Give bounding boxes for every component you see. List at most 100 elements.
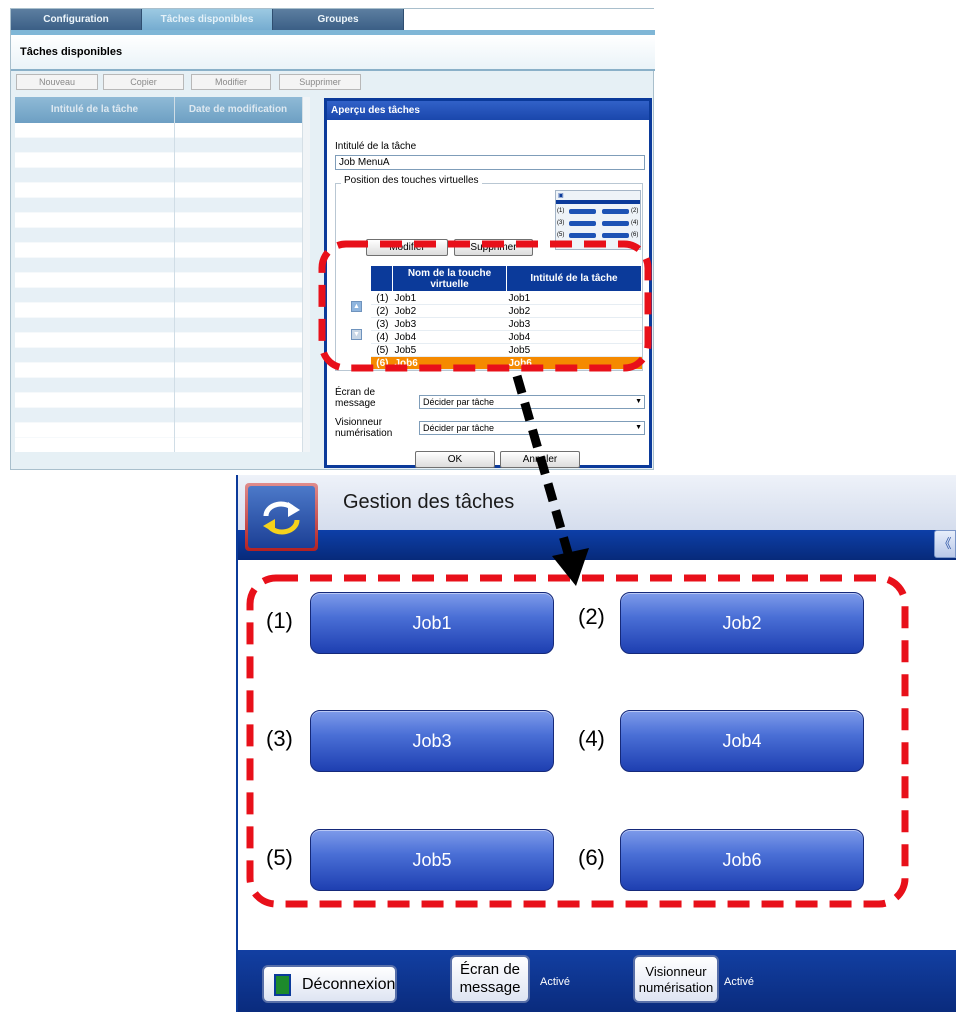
message-screen-label-line2: message — [335, 398, 376, 409]
table-row[interactable] — [15, 333, 302, 348]
thumbnail-label: (2) — [631, 208, 639, 214]
table-row[interactable] — [15, 318, 302, 333]
scan-viewer-label-line2: numérisation — [335, 428, 393, 439]
table-row[interactable] — [15, 168, 302, 183]
job1-button[interactable]: Job1 — [310, 592, 554, 654]
refresh-arrows-icon[interactable] — [245, 483, 318, 551]
table-row[interactable]: (2) Job2 Job2 — [370, 304, 642, 318]
row-key-name: Job3 — [392, 317, 507, 331]
table-row[interactable]: (3) Job3 Job3 — [370, 317, 642, 331]
table-row[interactable] — [15, 183, 302, 198]
copy-button[interactable]: Copier — [103, 74, 184, 90]
job2-button[interactable]: Job2 — [620, 592, 864, 654]
table-row[interactable] — [15, 153, 302, 168]
column-header-task-title[interactable]: Intitulé de la tâche — [15, 97, 174, 123]
row-number: (4) — [370, 330, 393, 344]
down-arrow-icon[interactable]: ▼ — [351, 329, 362, 340]
tab-bar: Configuration Tâches disponibles Groupes — [11, 9, 655, 30]
scan-viewer-button[interactable]: Visionneur numérisation — [633, 955, 719, 1003]
message-screen-value: Décider par tâche — [423, 397, 495, 407]
column-header-num — [370, 265, 393, 292]
table-row[interactable] — [15, 378, 302, 393]
scan-viewer-line2: numérisation — [638, 980, 714, 995]
table-row[interactable] — [15, 138, 302, 153]
delete-button[interactable]: Supprimer — [279, 74, 361, 90]
table-row[interactable] — [15, 198, 302, 213]
job4-button[interactable]: Job4 — [620, 710, 864, 772]
table-row[interactable] — [15, 288, 302, 303]
table-row[interactable] — [15, 348, 302, 363]
virtual-key-area: (1) Job1 (2) Job2 (3) Job3 (4) Job4 (5) … — [238, 560, 956, 950]
row-number: (1) — [370, 291, 393, 305]
touch-header: Gestion des tâches — [238, 475, 956, 530]
thumbnail-header — [556, 200, 640, 204]
table-row[interactable]: (4) Job4 Job4 — [370, 330, 642, 344]
task-title-input[interactable]: Job MenuA — [335, 155, 645, 170]
key-number-label: (3) — [266, 726, 293, 751]
row-key-name: Job6 — [392, 356, 507, 370]
scan-viewer-select[interactable]: Décider par tâche ▼ — [419, 421, 645, 435]
cancel-button[interactable]: Annuler — [500, 451, 580, 468]
row-task-title: Job4 — [506, 330, 642, 344]
column-header-key-name: Nom de la touche virtuelle — [392, 265, 507, 292]
thumbnail-key — [602, 233, 629, 238]
virtual-key-delete-button[interactable]: Supprimer — [454, 239, 533, 256]
thumbnail-key — [602, 221, 629, 226]
new-button[interactable]: Nouveau — [16, 74, 98, 90]
message-screen-select[interactable]: Décider par tâche ▼ — [419, 395, 645, 409]
touch-footer: Déconnexion Écran de message Activé Visi… — [238, 950, 956, 1012]
ok-button[interactable]: OK — [415, 451, 495, 468]
key-number-label: (2) — [578, 604, 605, 629]
table-row[interactable] — [15, 228, 302, 243]
task-list-header: Intitulé de la tâche Date de modificatio… — [15, 97, 302, 123]
job6-button[interactable]: Job6 — [620, 829, 864, 891]
table-row[interactable] — [15, 258, 302, 273]
message-screen-label-line1: Écran de — [335, 387, 376, 398]
table-row[interactable] — [15, 408, 302, 423]
collapse-panel-button[interactable]: 《 — [934, 530, 956, 558]
table-row[interactable] — [15, 303, 302, 318]
job3-button[interactable]: Job3 — [310, 710, 554, 772]
task-list[interactable]: Intitulé de la tâche Date de modificatio… — [15, 97, 310, 452]
scan-viewer-label-line1: Visionneur — [335, 417, 383, 428]
message-screen-button[interactable]: Écran de message — [450, 955, 530, 1003]
row-task-title: Job1 — [506, 291, 642, 305]
table-row[interactable]: (1) Job1 Job1 — [370, 291, 642, 305]
virtual-key-layout-thumbnail: ▣ (1) (2) (3) (4) (5) (6) — [555, 190, 641, 250]
column-divider — [174, 97, 175, 452]
virtual-key-table: Nom de la touche virtuelle Intitulé de l… — [370, 265, 642, 370]
edit-button[interactable]: Modifier — [191, 74, 271, 90]
tab-groups[interactable]: Groupes — [273, 9, 404, 30]
row-key-name: Job2 — [392, 304, 507, 318]
table-row[interactable] — [15, 273, 302, 288]
message-screen-line2: message — [459, 979, 521, 996]
scan-viewer-value: Décider par tâche — [423, 423, 495, 433]
thumbnail-label: (6) — [631, 232, 639, 238]
up-arrow-icon[interactable]: ▲ — [351, 301, 362, 312]
table-row[interactable] — [15, 423, 302, 438]
table-row[interactable]: (5) Job5 Job5 — [370, 343, 642, 357]
logout-label: Déconnexion — [302, 976, 396, 993]
column-header-task-title: Intitulé de la tâche — [506, 265, 642, 292]
thumbnail-key — [569, 221, 596, 226]
tab-configuration[interactable]: Configuration — [11, 9, 142, 30]
preview-header: Aperçu des tâches — [327, 101, 649, 120]
dropdown-arrow-icon: ▼ — [635, 398, 642, 405]
job5-button[interactable]: Job5 — [310, 829, 554, 891]
table-row[interactable] — [15, 213, 302, 228]
page-title: Tâches disponibles — [11, 35, 655, 69]
column-header-modified-date[interactable]: Date de modification — [174, 97, 302, 123]
logout-button[interactable]: Déconnexion — [262, 965, 397, 1003]
table-row[interactable] — [15, 393, 302, 408]
thumbnail-label: (5) — [557, 232, 565, 238]
tab-available-tasks[interactable]: Tâches disponibles — [142, 9, 273, 30]
table-row[interactable] — [15, 363, 302, 378]
table-row[interactable] — [15, 123, 302, 138]
table-row-selected[interactable]: (6) Job6 Job6 — [370, 356, 642, 370]
row-number: (3) — [370, 317, 393, 331]
task-title-label: Intitulé de la tâche — [335, 141, 417, 152]
task-list-scrollbar[interactable] — [302, 97, 310, 452]
virtual-key-edit-button[interactable]: Modifier — [366, 239, 448, 256]
table-row[interactable] — [15, 243, 302, 258]
message-screen-status: Activé — [540, 976, 570, 988]
